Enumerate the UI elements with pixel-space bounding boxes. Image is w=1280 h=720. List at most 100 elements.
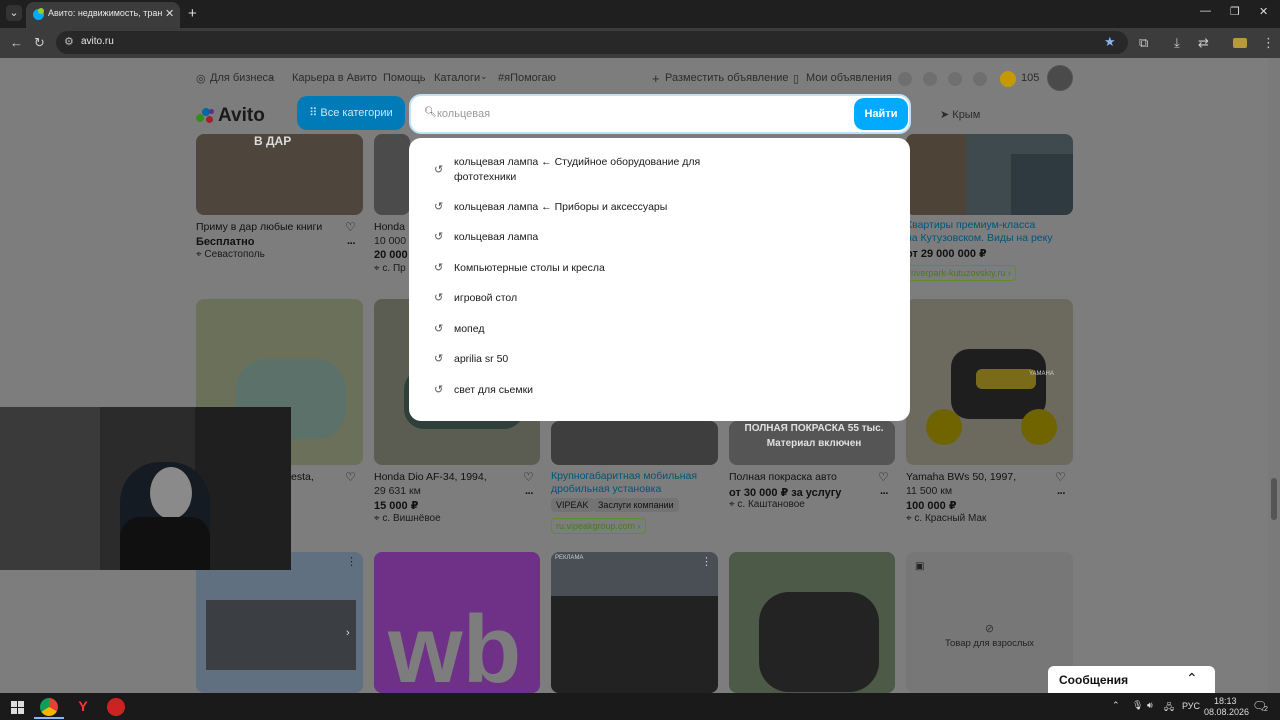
more-dots-icon[interactable]: ⋮ xyxy=(346,555,357,568)
more-dots-icon[interactable]: ··· xyxy=(525,488,534,500)
app-icon[interactable] xyxy=(107,698,125,716)
nav-catalogs[interactable]: Каталоги xyxy=(434,72,480,84)
translate-icon[interactable]: ⇄ xyxy=(1198,35,1209,51)
card-image[interactable] xyxy=(374,134,410,215)
address-bar[interactable]: ⚙ avito.ru ★ xyxy=(56,31,1128,54)
card-image[interactable]: wb xyxy=(374,552,540,693)
card-image[interactable] xyxy=(551,421,718,465)
region-selector[interactable]: ➤ Крым xyxy=(940,108,980,121)
suggestion-item[interactable]: ↺ кольцевая лампа xyxy=(434,230,734,245)
more-dots-icon[interactable]: ··· xyxy=(347,238,356,250)
clock-date[interactable]: 08.08.2026 xyxy=(1204,707,1249,717)
nav-career[interactable]: Карьера в Авито xyxy=(292,72,377,84)
card-title[interactable]: Приму в дар любые книги xyxy=(196,221,322,233)
suggestion-item[interactable]: ↺ кольцевая лампа ← Студийное оборудовани… xyxy=(434,155,734,185)
user-avatar[interactable] xyxy=(1047,65,1073,91)
restore-icon[interactable]: ❐ xyxy=(1230,5,1240,18)
history-icon: ↺ xyxy=(434,164,444,176)
network-icon[interactable]: 🖧 xyxy=(1164,700,1174,716)
favorite-heart-icon[interactable]: ♡ xyxy=(523,470,534,484)
browser-tab-avito[interactable]: Авито: недвижимость, трансп ✕ xyxy=(26,2,180,28)
chrome-icon[interactable] xyxy=(40,698,58,716)
my-ads-link[interactable]: Мои объявления xyxy=(806,72,892,84)
clock-time[interactable]: 18:13 xyxy=(1214,696,1237,706)
card-title[interactable]: Honda Dio AF-34, 1994, xyxy=(374,471,487,483)
card-image[interactable] xyxy=(729,552,895,693)
wallet-balance[interactable]: 105 xyxy=(1021,72,1039,84)
ad-link[interactable]: riverpark-kutuzovskiy.ru › xyxy=(906,265,1016,281)
card-image[interactable]: ПОЛНАЯ ПОКРАСКА 55 тыс. Материал включен xyxy=(729,421,895,465)
suggestion-item[interactable]: ↺ Компьютерные столы и кресла xyxy=(434,261,734,276)
profile-avatar[interactable] xyxy=(1233,38,1247,48)
reload-icon[interactable]: ↻ xyxy=(34,35,45,51)
merit-chip[interactable]: Заслуги компании xyxy=(593,498,679,512)
company-chip[interactable]: VIPEAK xyxy=(551,498,594,512)
search-box[interactable]: 🔍︎ Найти xyxy=(409,94,911,134)
volume-icon[interactable]: 🔊︎ xyxy=(1147,700,1153,711)
favorite-heart-icon[interactable]: ♡ xyxy=(1055,470,1066,484)
new-tab-icon[interactable]: + xyxy=(188,5,197,22)
place-ad-link[interactable]: Разместить объявление xyxy=(665,72,789,84)
card-price: 20 000 xyxy=(374,249,408,261)
nav-business[interactable]: Для бизнеса xyxy=(210,72,274,84)
search-input[interactable] xyxy=(437,106,847,122)
favorite-heart-icon[interactable]: ♡ xyxy=(345,470,356,484)
more-dots-icon[interactable]: ··· xyxy=(880,488,889,500)
tab-search-icon[interactable]: ⌄ xyxy=(6,5,22,21)
messages-panel[interactable]: Сообщения ⌃ xyxy=(1048,666,1215,693)
card-title[interactable]: Полная покраска авто xyxy=(729,471,837,483)
language-indicator[interactable]: РУС xyxy=(1182,701,1200,711)
suggestion-item[interactable]: ↺ кольцевая лампа ← Приборы и аксессуары xyxy=(434,200,734,215)
messages-bubble-icon[interactable] xyxy=(948,72,962,86)
card-title[interactable]: Yamaha BWs 50, 1997, xyxy=(906,471,1016,483)
ad-title[interactable]: Квартиры премиум-класса на Кутузовском. В… xyxy=(906,219,1053,245)
chevron-up-icon[interactable]: ⌃ xyxy=(1186,670,1198,687)
favorite-heart-icon[interactable]: ♡ xyxy=(878,470,889,484)
site-info-icon[interactable]: ⚙ xyxy=(64,35,74,48)
search-suggestions-dropdown: ↺ кольцевая лампа ← Студийное оборудовани… xyxy=(409,138,910,421)
favorite-heart-icon[interactable]: ♡ xyxy=(345,220,356,234)
avito-logo[interactable]: Avito xyxy=(196,105,266,127)
more-dots-icon[interactable]: ··· xyxy=(1057,488,1066,500)
window-close-icon[interactable]: ✕ xyxy=(1259,5,1268,18)
all-categories-button[interactable]: ⠿ Все категории xyxy=(297,96,405,130)
my-ads-icon: ▯ xyxy=(793,73,800,85)
tray-chevron-icon[interactable]: ⌃ xyxy=(1112,700,1120,711)
card-image[interactable]: В ДАР xyxy=(196,134,363,215)
back-icon[interactable]: ← xyxy=(10,35,23,50)
tab-close-icon[interactable]: ✕ xyxy=(165,7,174,20)
cart-icon[interactable] xyxy=(973,72,987,86)
ad-link[interactable]: ru.vipeakgroup.com › xyxy=(551,518,646,534)
suggestion-item[interactable]: ↺ свет для сьемки xyxy=(434,383,734,398)
ad-title[interactable]: Крупногабаритная мобильная дробильная уст… xyxy=(551,470,697,496)
suggestion-item[interactable]: ↺ aprilia sr 50 xyxy=(434,352,734,367)
card-image[interactable]: YAMAHA xyxy=(906,299,1073,465)
card-image[interactable]: РЕКЛАМА ⋮ xyxy=(551,552,718,693)
find-button[interactable]: Найти xyxy=(854,98,908,130)
card-title[interactable]: Honda xyxy=(374,221,405,233)
bookmark-star-icon[interactable]: ★ xyxy=(1104,34,1116,50)
card-title[interactable]: esta, xyxy=(291,471,314,483)
next-image-icon[interactable]: › xyxy=(346,627,350,639)
minimize-icon[interactable]: — xyxy=(1200,5,1211,17)
suggestion-item[interactable]: ↺ мопед xyxy=(434,322,734,337)
top-nav: ◎ Для бизнеса ⌄ Карьера в Авито Помощь К… xyxy=(196,65,1086,91)
wallet-coin-icon[interactable] xyxy=(1000,71,1016,87)
card-location-text: с. Вишнёвое xyxy=(382,513,441,524)
suggestion-item[interactable]: ↺ игровой стол xyxy=(434,291,734,306)
more-dots-icon[interactable]: ⋮ xyxy=(701,555,712,568)
nav-help[interactable]: Помощь xyxy=(383,72,426,84)
scrollbar-thumb[interactable] xyxy=(1271,478,1277,520)
extensions-icon[interactable]: ⧉ xyxy=(1139,35,1148,51)
windows-start-icon[interactable] xyxy=(9,698,27,716)
favorites-heart-icon[interactable] xyxy=(898,72,912,86)
nav-ipomogayu[interactable]: #яПомогаю xyxy=(498,72,556,84)
microphone-icon[interactable]: 🎙︎ xyxy=(1132,700,1143,711)
browser-menu-icon[interactable]: ⋮ xyxy=(1262,35,1275,51)
download-icon[interactable]: ⤓ xyxy=(1174,35,1180,51)
card-image[interactable]: ⋮ › xyxy=(196,552,363,693)
page-scrollbar[interactable] xyxy=(1268,58,1280,693)
notifications-bell-icon[interactable] xyxy=(923,72,937,86)
yandex-browser-icon[interactable]: Y xyxy=(74,698,92,716)
card-image[interactable] xyxy=(906,134,1073,215)
